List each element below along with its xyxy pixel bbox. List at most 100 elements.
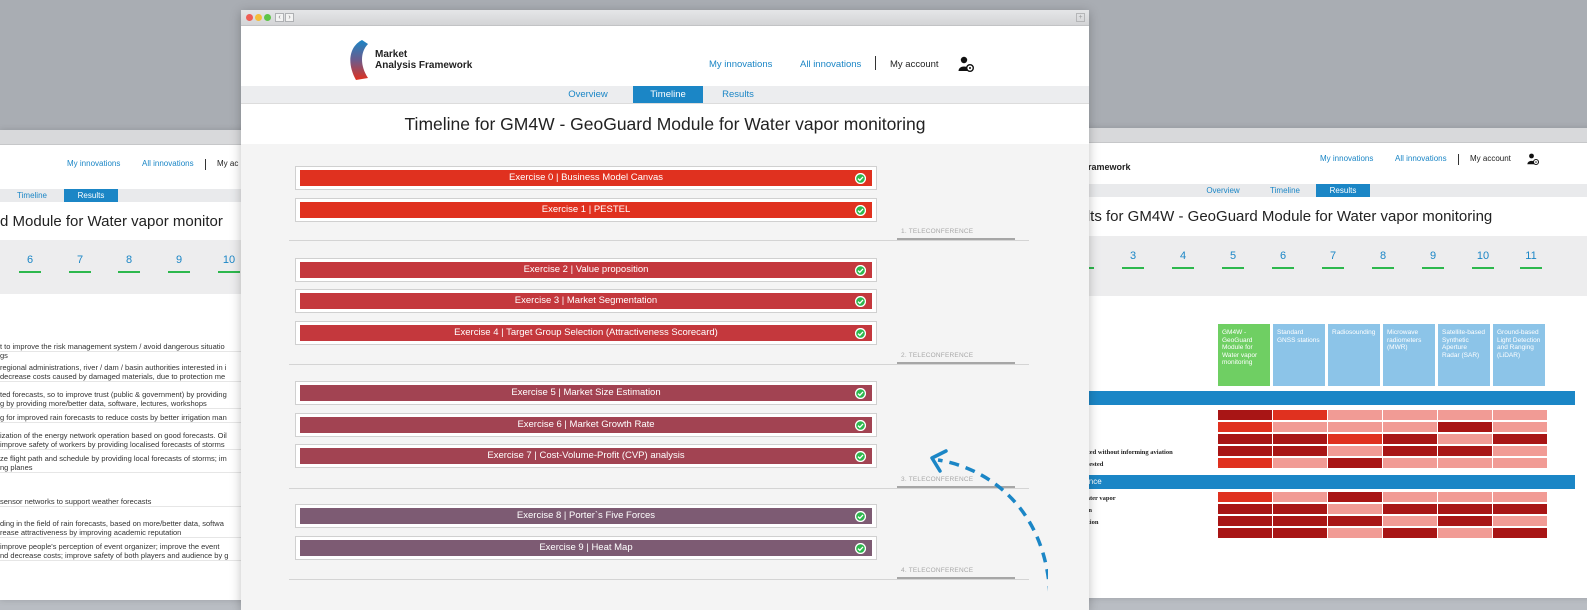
exercise-item[interactable]: Exercise 6 | Market Growth Rate xyxy=(295,413,877,437)
window-titlebar xyxy=(1075,128,1587,143)
heat-map-cell xyxy=(1328,504,1382,514)
exercise-number[interactable]: 6 xyxy=(18,254,42,273)
heat-map-cell xyxy=(1383,446,1437,456)
list-item: g by providing more/better data, softwar… xyxy=(0,399,250,409)
nav-my-innovations[interactable]: My innovations xyxy=(709,59,772,70)
exercise-item[interactable]: Exercise 8 | Porter`s Five Forces xyxy=(295,504,877,528)
check-circle-icon xyxy=(855,328,866,339)
logo-icon xyxy=(350,40,368,80)
nav-all-innovations[interactable]: All innovations xyxy=(800,59,861,70)
heat-map-cell xyxy=(1218,516,1272,526)
exercise-number[interactable]: 9 xyxy=(1421,250,1445,269)
heat-map-cell xyxy=(1328,410,1382,420)
exercise-item[interactable]: Exercise 7 | Cost-Volume-Profit (CVP) an… xyxy=(295,444,877,468)
list-item: sensor networks to support weather forec… xyxy=(0,497,250,507)
section-divider xyxy=(289,579,1029,580)
nav-all-innovations[interactable]: All innovations xyxy=(142,159,194,168)
heat-map-cell xyxy=(1218,492,1272,502)
exercise-label: Exercise 1 | PESTEL xyxy=(541,204,631,215)
exercise-bar: Exercise 5 | Market Size Estimation xyxy=(300,385,872,401)
exercise-item[interactable]: Exercise 0 | Business Model Canvas xyxy=(295,166,877,190)
tab-results[interactable]: Results xyxy=(703,86,773,103)
forward-button[interactable]: › xyxy=(285,13,294,22)
close-window-button[interactable] xyxy=(246,14,253,21)
window-titlebar xyxy=(0,130,250,145)
chevron-right-icon: › xyxy=(288,14,291,21)
maximize-window-button[interactable] xyxy=(264,14,271,21)
heat-map-cell xyxy=(1218,434,1272,444)
nav-all-innovations[interactable]: All innovations xyxy=(1395,154,1447,163)
exercise-number[interactable]: 8 xyxy=(117,254,141,273)
new-tab-button[interactable]: + xyxy=(1076,13,1085,22)
address-bar[interactable] xyxy=(621,12,711,22)
nav-my-account[interactable]: My account xyxy=(1470,154,1511,163)
exercise-number[interactable]: 3 xyxy=(1121,250,1145,269)
nav-my-innovations[interactable]: My innovations xyxy=(1320,154,1373,163)
matrix-column-header: Standard GNSS stations xyxy=(1273,324,1325,386)
heat-map-cell xyxy=(1273,434,1327,444)
tab-results[interactable]: Results xyxy=(64,189,118,202)
teleconference-label: 1. TELECONFERENCE xyxy=(901,228,974,235)
tab-overview[interactable]: Overview xyxy=(553,86,623,103)
exercise-number[interactable]: 10 xyxy=(217,254,241,273)
back-button[interactable]: ‹ xyxy=(275,13,284,22)
list-item: decrease costs caused by damaged materia… xyxy=(0,372,250,382)
chevron-left-icon: ‹ xyxy=(278,14,281,21)
list-item: gs xyxy=(0,351,8,360)
check-circle-icon xyxy=(855,543,866,554)
exercise-number[interactable]: 7 xyxy=(68,254,92,273)
nav-my-account[interactable]: My account xyxy=(890,59,939,70)
exercise-item[interactable]: Exercise 1 | PESTEL xyxy=(295,198,877,222)
title-area: Timeline for GM4W - GeoGuard Module for … xyxy=(241,104,1089,144)
logo-line-2: Analysis Framework xyxy=(375,60,473,71)
heat-map-cell xyxy=(1383,458,1437,468)
nav-my-innovations[interactable]: My innovations xyxy=(67,159,120,168)
exercise-number[interactable]: 8 xyxy=(1371,250,1395,269)
tab-overview[interactable]: Overview xyxy=(1197,184,1249,197)
list-item: regional administrations, river / dam / … xyxy=(0,363,227,372)
tab-bar: Overview Timeline Results xyxy=(241,86,1089,104)
matrix-row-label: perated without informing aviation xyxy=(1075,449,1173,456)
section-divider xyxy=(289,364,1029,365)
exercise-item[interactable]: Exercise 3 | Market Segmentation xyxy=(295,289,877,313)
exercise-item[interactable]: Exercise 9 | Heat Map xyxy=(295,536,877,560)
heat-map-cell xyxy=(1218,528,1272,538)
check-circle-icon xyxy=(855,173,866,184)
heat-map-cell xyxy=(1493,492,1547,502)
exercise-number[interactable]: 4 xyxy=(1171,250,1195,269)
matrix-column-header: Ground-based Light Detection and Ranging… xyxy=(1493,324,1545,386)
exercise-label: Exercise 3 | Market Segmentation xyxy=(514,295,658,306)
tab-timeline[interactable]: Timeline xyxy=(633,86,703,103)
heat-map-cell xyxy=(1273,528,1327,538)
heat-map-cell xyxy=(1273,458,1327,468)
list-item: ze flight path and schedule by providing… xyxy=(0,454,227,463)
tab-timeline[interactable]: Timeline xyxy=(0,189,64,202)
tab-results[interactable]: Results xyxy=(1316,184,1370,197)
list-item: ization of the energy network operation … xyxy=(0,431,227,440)
user-settings-icon[interactable] xyxy=(1527,153,1539,167)
heat-map-cell xyxy=(1438,410,1492,420)
exercise-number[interactable]: 5 xyxy=(1221,250,1245,269)
nav-my-account[interactable]: My ac xyxy=(217,159,238,168)
exercise-number[interactable]: 11 xyxy=(1519,250,1543,269)
nav-separator xyxy=(1458,154,1459,165)
section-divider xyxy=(289,488,1029,489)
heat-map-cell xyxy=(1328,446,1382,456)
user-settings-icon[interactable] xyxy=(958,56,974,72)
exercise-item[interactable]: Exercise 2 | Value proposition xyxy=(295,258,877,282)
exercise-number[interactable]: 9 xyxy=(167,254,191,273)
exercise-item[interactable]: Exercise 5 | Market Size Estimation xyxy=(295,381,877,405)
heat-map-cell xyxy=(1218,504,1272,514)
tab-timeline[interactable]: Timeline xyxy=(1259,184,1311,197)
exercise-number[interactable]: 6 xyxy=(1271,250,1295,269)
exercise-number[interactable]: 10 xyxy=(1471,250,1495,269)
matrix-column-header: GM4W - GeoGuard Module for Water vapor m… xyxy=(1218,324,1270,386)
exercise-item[interactable]: Exercise 4 | Target Group Selection (Att… xyxy=(295,321,877,345)
tab-bar: Overview Timeline Results xyxy=(1075,184,1587,197)
exercise-label: Exercise 2 | Value proposition xyxy=(523,264,649,275)
minimize-window-button[interactable] xyxy=(255,14,262,21)
check-circle-icon xyxy=(855,205,866,216)
heat-map-cell xyxy=(1218,410,1272,420)
exercise-number[interactable]: 7 xyxy=(1321,250,1345,269)
heat-map-cell xyxy=(1438,446,1492,456)
